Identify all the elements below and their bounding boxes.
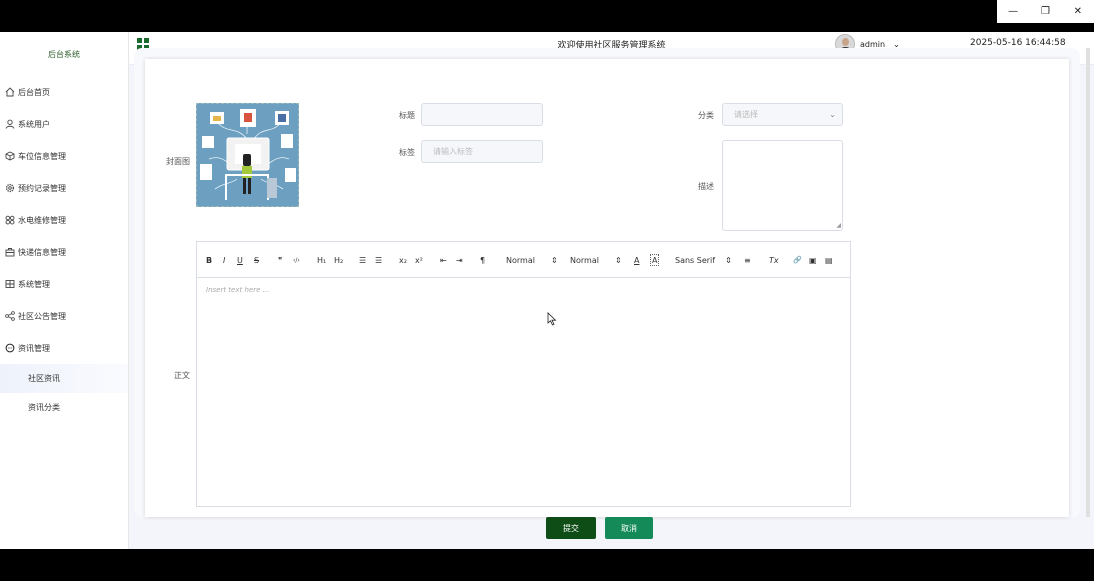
sidebar-item-label: 后台首页 <box>18 87 50 97</box>
sidebar-item-label: 快递信息管理 <box>18 247 66 257</box>
strike-button[interactable]: S <box>254 254 259 266</box>
body-label: 正文 <box>174 371 190 380</box>
tags-input[interactable]: 请输入标签 <box>421 140 543 163</box>
editor-toolbar: B I U S ❞ ‹/› H₁ H₂ ☰ ☰ x₂ x² ⇤ ⇥ ¶ Norm… <box>197 242 850 278</box>
size-select-value: Normal <box>506 255 535 265</box>
window-controls: — ❐ ✕ <box>997 0 1094 23</box>
sidebar-item-home[interactable]: 后台首页 <box>0 76 128 108</box>
category-placeholder: 请选择 <box>734 110 758 119</box>
updown-icon: ⇕ <box>725 255 732 265</box>
mouse-cursor-icon <box>547 312 557 326</box>
superscript-button[interactable]: x² <box>415 254 423 266</box>
gear-icon <box>4 182 16 194</box>
box-icon <box>4 150 16 162</box>
datetime: 2025-05-16 16:44:58 <box>970 38 1066 48</box>
h2-button[interactable]: H₂ <box>334 254 343 266</box>
link-icon <box>4 214 16 226</box>
restore-button[interactable]: ❐ <box>1029 0 1061 23</box>
sidebar-item-label: 预约记录管理 <box>18 183 66 193</box>
blockquote-button[interactable]: ❞ <box>278 254 282 266</box>
rich-text-editor: B I U S ❞ ‹/› H₁ H₂ ☰ ☰ x₂ x² ⇤ ⇥ ¶ Norm… <box>196 241 851 507</box>
grid-icon <box>4 278 16 290</box>
underline-button[interactable]: U <box>237 254 243 266</box>
background-color-button[interactable]: A <box>650 254 660 266</box>
sidebar-subitem-news-category[interactable]: 资讯分类 <box>0 393 128 422</box>
subscript-button[interactable]: x₂ <box>399 254 407 266</box>
bottom-bar <box>0 549 1094 581</box>
title-bar: — ❐ ✕ <box>0 0 1094 32</box>
bullet-list-button[interactable]: ☰ <box>375 254 382 266</box>
font-select[interactable]: Sans Serif ⇕ <box>675 254 732 266</box>
desc-label: 描述 <box>698 182 714 191</box>
h1-button[interactable]: H₁ <box>317 254 326 266</box>
sidebar-item-label: 资讯管理 <box>18 343 50 353</box>
sidebar-item-reservations[interactable]: 预约记录管理 <box>0 172 128 204</box>
sidebar-item-label: 车位信息管理 <box>18 151 66 161</box>
align-button[interactable]: ≡ <box>744 254 751 266</box>
header-select[interactable]: Normal ⇕ <box>570 254 622 266</box>
sidebar-item-label: 系统管理 <box>18 279 50 289</box>
updown-icon: ⇕ <box>614 255 622 265</box>
sidebar-item-label: 系统用户 <box>18 119 50 129</box>
category-select[interactable]: 请选择 ⌄ <box>722 103 843 126</box>
sidebar-item-express[interactable]: 快递信息管理 <box>0 236 128 268</box>
code-block-button[interactable]: ‹/› <box>293 254 300 266</box>
category-label: 分类 <box>698 111 714 120</box>
tags-label: 标签 <box>399 148 415 157</box>
sidebar-item-label: 社区公告管理 <box>18 311 66 321</box>
scrollbar[interactable] <box>1086 48 1090 517</box>
share-icon <box>4 310 16 322</box>
cover-label: 封面图 <box>166 157 190 166</box>
description-textarea[interactable]: ◢ <box>722 140 843 231</box>
ordered-list-button[interactable]: ☰ <box>359 254 366 266</box>
briefcase-icon <box>4 246 16 258</box>
close-button[interactable]: ✕ <box>1062 0 1094 23</box>
font-color-button[interactable]: A <box>634 254 639 266</box>
text-direction-button[interactable]: ¶ <box>480 254 485 266</box>
sidebar: 后台系统 后台首页 系统用户 车位信息管理 预约记录管理 水电维修管理 快递信息… <box>0 32 129 549</box>
minimize-button[interactable]: — <box>997 0 1029 23</box>
editor-content[interactable]: Insert text here ... <box>206 286 269 294</box>
sidebar-item-users[interactable]: 系统用户 <box>0 108 128 140</box>
clear-format-button[interactable]: Tx <box>769 254 779 266</box>
cancel-button[interactable]: 取消 <box>605 517 653 539</box>
sidebar-item-label: 水电维修管理 <box>18 215 66 225</box>
sidebar-item-system[interactable]: 系统管理 <box>0 268 128 300</box>
cover-illustration <box>197 104 298 206</box>
outdent-button[interactable]: ⇤ <box>440 254 447 266</box>
size-select[interactable]: Normal ⇕ <box>506 254 558 266</box>
submit-button[interactable]: 提交 <box>546 517 596 539</box>
indent-button[interactable]: ⇥ <box>456 254 463 266</box>
sidebar-item-parking[interactable]: 车位信息管理 <box>0 140 128 172</box>
title-input[interactable] <box>421 103 543 126</box>
italic-button[interactable]: I <box>223 254 225 266</box>
chat-icon <box>4 342 16 354</box>
sidebar-item-announcements[interactable]: 社区公告管理 <box>0 300 128 332</box>
bold-button[interactable]: B <box>206 254 212 266</box>
chevron-down-icon: ⌄ <box>829 110 836 119</box>
sidebar-subitem-community-news[interactable]: 社区资讯 <box>0 364 128 393</box>
video-button[interactable]: ▤ <box>825 254 833 266</box>
user-icon <box>4 118 16 130</box>
sidebar-item-news[interactable]: 资讯管理 <box>0 332 128 364</box>
sidebar-item-repairs[interactable]: 水电维修管理 <box>0 204 128 236</box>
cover-image-upload[interactable] <box>196 103 299 207</box>
home-icon <box>4 86 16 98</box>
resize-grip-icon[interactable]: ◢ <box>836 222 841 229</box>
font-select-value: Sans Serif <box>675 255 716 265</box>
image-button[interactable]: ▣ <box>809 254 817 266</box>
title-label: 标题 <box>399 111 415 120</box>
header-select-value: Normal <box>570 255 599 265</box>
link-button[interactable]: 🔗 <box>793 254 802 266</box>
brand-title: 后台系统 <box>48 49 80 59</box>
updown-icon: ⇕ <box>550 255 558 265</box>
